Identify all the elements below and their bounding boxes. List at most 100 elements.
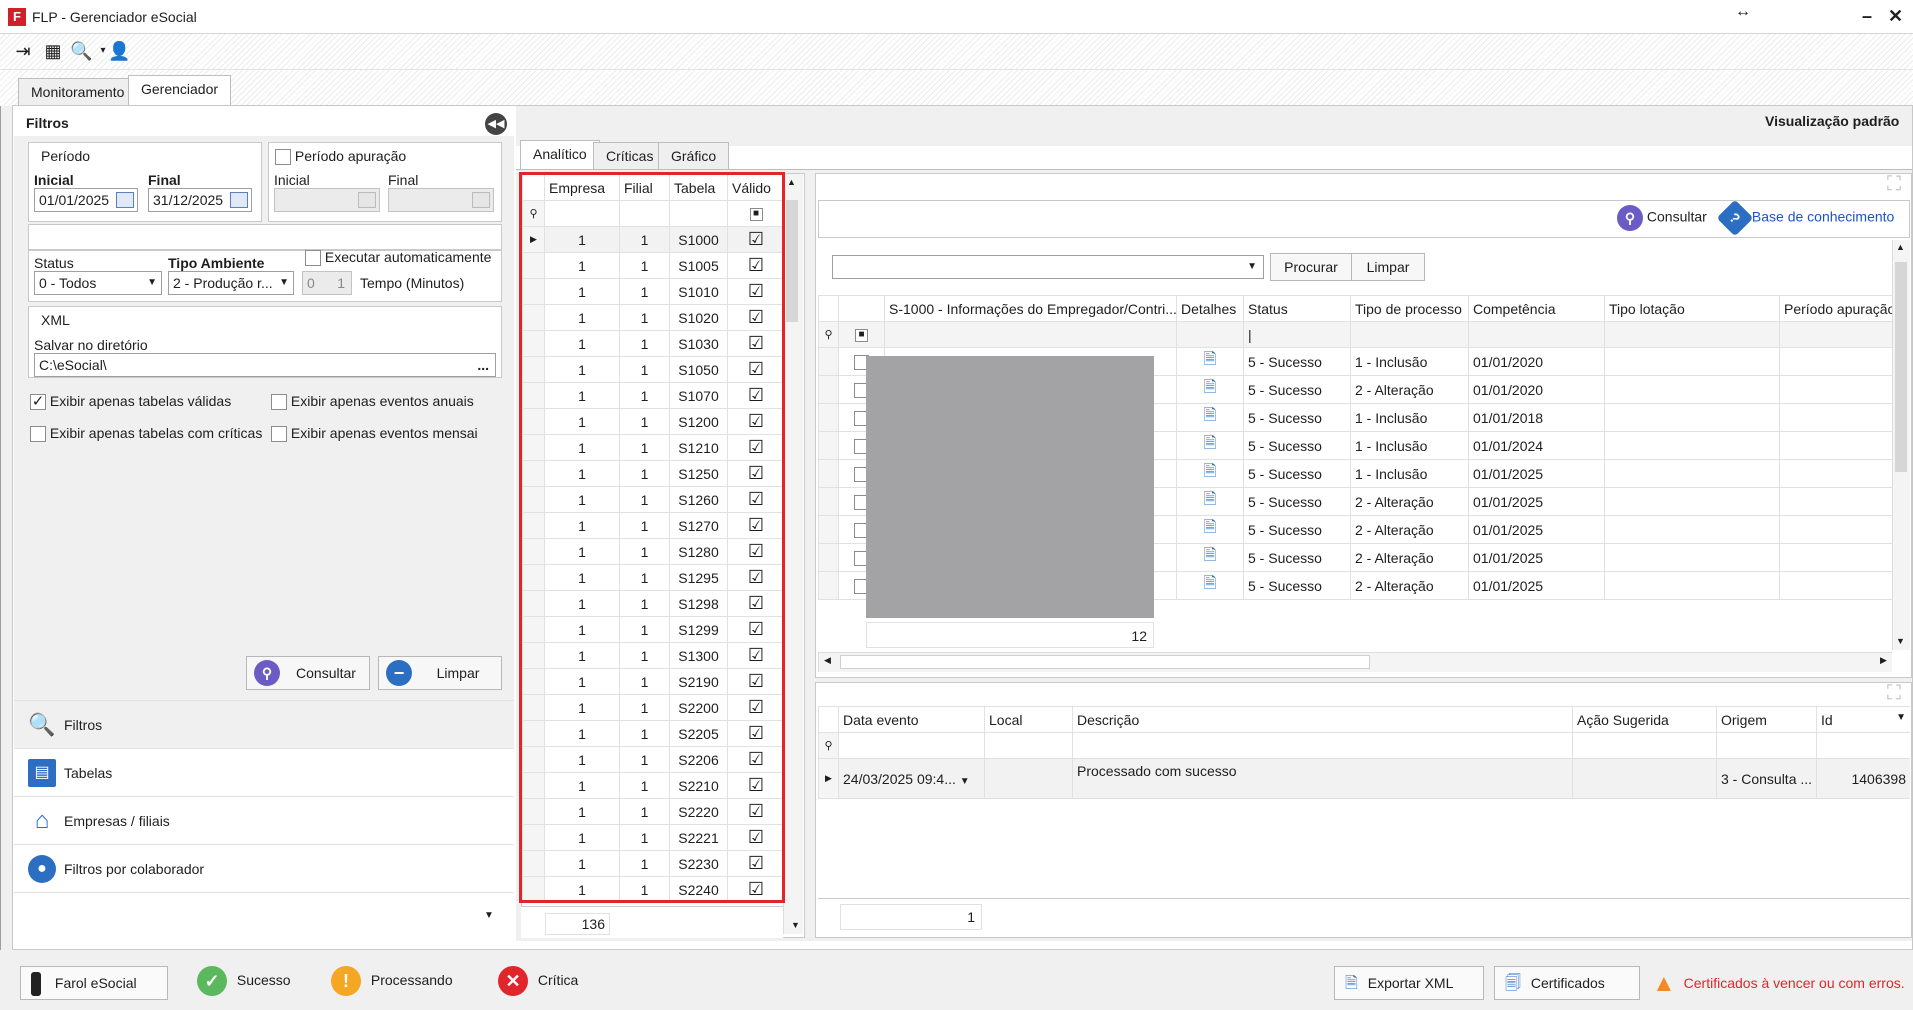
- valid-checkbox-icon[interactable]: ☑: [727, 720, 785, 747]
- col-detalhes[interactable]: Detalhes: [1176, 295, 1244, 322]
- scroll-down-icon[interactable]: ▼: [791, 920, 800, 930]
- valid-checkbox-icon[interactable]: ☑: [727, 876, 785, 903]
- col-valido[interactable]: Válido: [727, 174, 785, 201]
- filter-pin-icon[interactable]: ⚲: [522, 200, 545, 227]
- table-row[interactable]: 1 1 S1298 ☑: [522, 590, 785, 617]
- valid-checkbox-icon[interactable]: ☑: [727, 772, 785, 799]
- table-row[interactable]: 1 1 S2240 ☑: [522, 876, 785, 903]
- filter-pin-icon[interactable]: ⚲: [818, 732, 839, 759]
- col-competencia[interactable]: Competência: [1468, 295, 1605, 322]
- calendar-icon[interactable]: [230, 192, 248, 208]
- details-icon[interactable]: 🗎: [1176, 403, 1244, 432]
- checkbox-icon[interactable]: [275, 149, 291, 166]
- checkbox-icon[interactable]: [305, 250, 321, 267]
- valid-checkbox-icon[interactable]: ☑: [727, 278, 785, 305]
- valid-checkbox-icon[interactable]: ☑: [727, 226, 785, 253]
- table-row[interactable]: 1 1 S1295 ☑: [522, 564, 785, 591]
- procurar-button[interactable]: Procurar: [1270, 253, 1352, 281]
- search-dropdown-icon[interactable]: 🔍: [70, 39, 92, 63]
- valid-checkbox-icon[interactable]: ☑: [727, 668, 785, 695]
- filter-cell[interactable]: [669, 200, 728, 227]
- exibir-criticas-checkbox[interactable]: Exibir apenas tabelas com críticas: [30, 425, 262, 443]
- tab-monitoramento[interactable]: Monitoramento: [18, 78, 138, 106]
- table-row[interactable]: 1 1 S2205 ☑: [522, 720, 785, 747]
- checkbox-icon[interactable]: [30, 426, 46, 443]
- col-id[interactable]: Id ▼: [1816, 706, 1910, 733]
- table-row[interactable]: 1 1 S1030 ☑: [522, 330, 785, 357]
- scrollbar-thumb[interactable]: [840, 655, 1370, 669]
- table-row[interactable]: 1 1 S1300 ☑: [522, 642, 785, 669]
- details-icon[interactable]: 🗎: [1176, 543, 1244, 572]
- table-row[interactable]: ▶ 24/03/2025 09:4... ▼ Processado com su…: [818, 758, 1910, 799]
- calendar-icon[interactable]: [116, 192, 134, 208]
- scroll-right-icon[interactable]: ▶: [1880, 655, 1887, 666]
- valid-checkbox-icon[interactable]: ☑: [727, 304, 785, 331]
- valid-checkbox-icon[interactable]: ☑: [727, 746, 785, 773]
- user-icon[interactable]: 👤: [108, 39, 130, 63]
- checkbox-icon[interactable]: [271, 394, 287, 411]
- tab-analitico[interactable]: Analítico: [520, 140, 600, 170]
- filter-cell[interactable]: [984, 732, 1073, 759]
- valid-checkbox-icon[interactable]: ☑: [727, 486, 785, 513]
- filter-cell[interactable]: |: [1243, 321, 1351, 348]
- exibir-validas-checkbox[interactable]: ✓ Exibir apenas tabelas válidas: [30, 393, 231, 411]
- details-icon[interactable]: 🗎: [1176, 515, 1244, 544]
- table-row[interactable]: 1 1 S1050 ☑: [522, 356, 785, 383]
- table-row[interactable]: 1 1 S1010 ☑: [522, 278, 785, 305]
- valid-checkbox-icon[interactable]: ☑: [727, 538, 785, 565]
- table-row[interactable]: 1 1 S2206 ☑: [522, 746, 785, 773]
- filter-cell[interactable]: [1716, 732, 1817, 759]
- valid-checkbox-icon[interactable]: ☑: [727, 616, 785, 643]
- col-local[interactable]: Local: [984, 706, 1073, 733]
- scrollbar-thumb[interactable]: [1895, 262, 1907, 472]
- apuracao-final-input[interactable]: [388, 188, 494, 212]
- filter-cell[interactable]: [884, 321, 1177, 348]
- resize-icon[interactable]: ↔: [1735, 3, 1751, 21]
- col-periodo-apuracao[interactable]: Período apuração: [1779, 295, 1892, 322]
- filter-cell[interactable]: [544, 200, 620, 227]
- valid-checkbox-icon[interactable]: ☑: [727, 408, 785, 435]
- nav-colaborador[interactable]: ● Filtros por colaborador: [14, 844, 514, 892]
- scroll-up-icon[interactable]: ▲: [1896, 242, 1905, 252]
- table-row[interactable]: 1 1 S1210 ☑: [522, 434, 785, 461]
- nav-filtros[interactable]: 🔍 Filtros: [14, 700, 514, 748]
- consultar-button[interactable]: ⚲ Consultar: [246, 656, 370, 690]
- cell-data-evento[interactable]: 24/03/2025 09:4... ▼: [838, 758, 985, 799]
- scroll-up-icon[interactable]: ▲: [787, 177, 796, 187]
- table-row[interactable]: 1 1 S1200 ☑: [522, 408, 785, 435]
- valid-checkbox-icon[interactable]: ☑: [727, 850, 785, 877]
- expand-icon[interactable]: ⛶: [1887, 173, 1911, 197]
- valid-checkbox-icon[interactable]: ☑: [727, 382, 785, 409]
- exibir-mensais-checkbox[interactable]: Exibir apenas eventos mensai: [271, 425, 478, 443]
- tempo-input[interactable]: 01: [302, 271, 352, 295]
- filter-cell[interactable]: [1572, 732, 1717, 759]
- valid-checkbox-icon[interactable]: ☑: [727, 512, 785, 539]
- table-row[interactable]: 1 1 S1280 ☑: [522, 538, 785, 565]
- col-status[interactable]: Status: [1243, 295, 1351, 322]
- filter-cell[interactable]: [1072, 732, 1573, 759]
- limpar-grid-button[interactable]: Limpar: [1351, 253, 1425, 281]
- table-row[interactable]: 1 1 S1270 ☑: [522, 512, 785, 539]
- chevron-down-icon[interactable]: ▼: [1896, 712, 1906, 723]
- table-row[interactable]: 1 1 S1070 ☑: [522, 382, 785, 409]
- certificados-button[interactable]: 🗐 Certificados: [1494, 966, 1640, 1000]
- col-acao-sugerida[interactable]: Ação Sugerida: [1572, 706, 1717, 733]
- col-data-evento[interactable]: Data evento: [838, 706, 985, 733]
- table-row[interactable]: 1 1 S2221 ☑: [522, 824, 785, 851]
- checkbox-icon[interactable]: [271, 426, 287, 443]
- col-tipo-lotacao[interactable]: Tipo lotação: [1604, 295, 1780, 322]
- nav-empresas[interactable]: ⌂ Empresas / filiais: [14, 796, 514, 844]
- valid-checkbox-icon[interactable]: ☑: [727, 434, 785, 461]
- table-row[interactable]: ▶ 1 1 S1000 ☑: [522, 226, 785, 253]
- scrollbar-thumb[interactable]: [786, 200, 798, 322]
- col-tipo-processo[interactable]: Tipo de processo: [1350, 295, 1469, 322]
- limpar-button[interactable]: − Limpar: [378, 656, 502, 690]
- filter-cell[interactable]: [838, 732, 985, 759]
- collapse-panel-button[interactable]: ◀◀: [485, 113, 507, 135]
- table-row[interactable]: 1 1 S2230 ☑: [522, 850, 785, 877]
- col-origem[interactable]: Origem: [1716, 706, 1817, 733]
- filter-cell[interactable]: [1176, 321, 1244, 348]
- details-icon[interactable]: 🗎: [1176, 375, 1244, 404]
- filter-cell[interactable]: [1350, 321, 1469, 348]
- apuracao-inicial-input[interactable]: [274, 188, 380, 212]
